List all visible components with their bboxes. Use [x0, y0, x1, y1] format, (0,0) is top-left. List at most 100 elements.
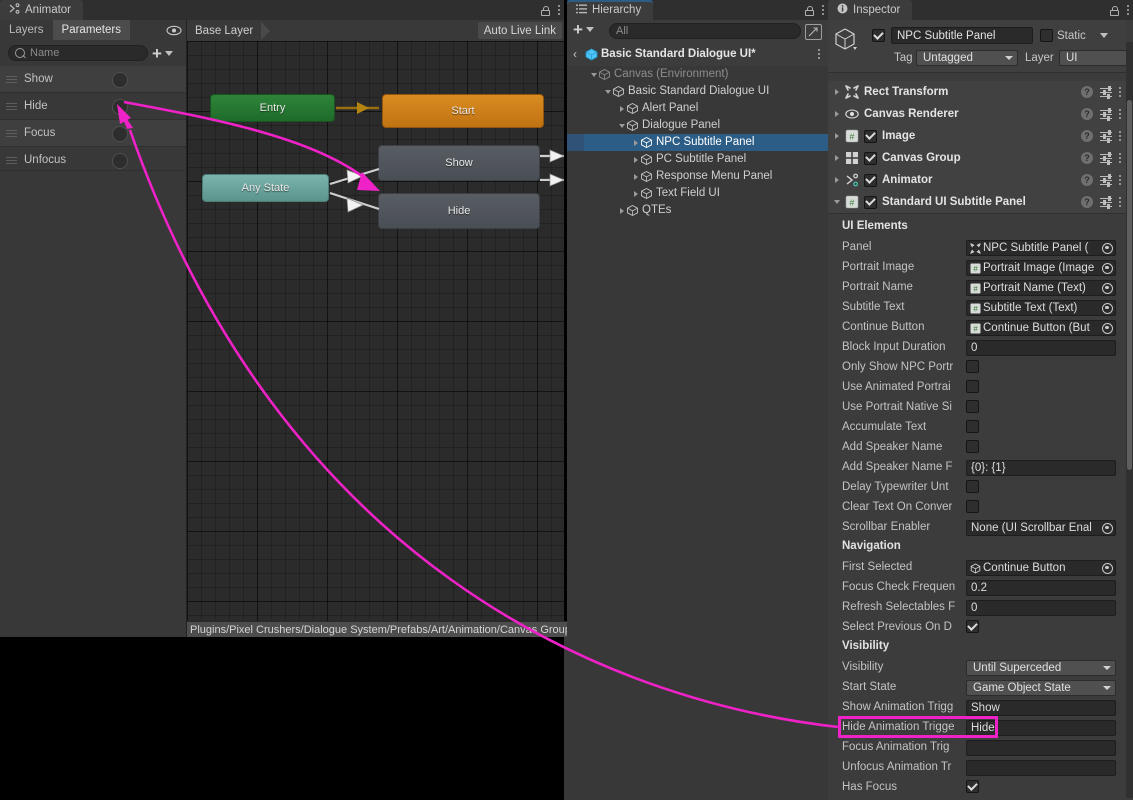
chevron-right-icon[interactable]: [631, 174, 640, 180]
list-item[interactable]: Text Field UI: [567, 185, 828, 202]
list-item[interactable]: Alert Panel: [567, 100, 828, 117]
property-checkbox[interactable]: [966, 360, 979, 373]
property-checkbox[interactable]: [966, 440, 979, 453]
tab-inspector[interactable]: Inspector: [828, 0, 913, 20]
parameter-row-hide[interactable]: Hide: [0, 93, 186, 120]
chevron-right-icon[interactable]: [830, 133, 844, 139]
lock-icon[interactable]: [541, 5, 550, 16]
prefab-menu-icon[interactable]: [818, 49, 820, 59]
component-enabled-checkbox[interactable]: [864, 195, 877, 209]
object-picker-icon[interactable]: [1100, 521, 1115, 535]
component-enabled-checkbox[interactable]: [864, 173, 877, 187]
object-picker-icon[interactable]: [1100, 241, 1115, 255]
object-picker-icon[interactable]: [1100, 261, 1115, 275]
state-machine-graph[interactable]: Entry Start Any State Show Hide: [187, 41, 564, 621]
preset-icon[interactable]: [1100, 107, 1112, 121]
trigger-toggle-unfocus[interactable]: [112, 153, 128, 169]
subtab-parameters[interactable]: Parameters: [52, 20, 130, 40]
tab-hierarchy[interactable]: Hierarchy: [567, 0, 654, 20]
property-checkbox[interactable]: [966, 380, 979, 393]
chevron-down-icon[interactable]: [603, 90, 612, 94]
chevron-right-icon[interactable]: [617, 106, 626, 112]
static-checkbox[interactable]: [1040, 29, 1053, 42]
more-menu-icon[interactable]: [1127, 5, 1129, 15]
property-text-field[interactable]: 0: [966, 340, 1116, 356]
object-picker-icon[interactable]: [1100, 301, 1115, 315]
component-canvas-group[interactable]: Canvas Group ?: [828, 147, 1126, 170]
static-toggle[interactable]: Static: [1040, 29, 1108, 42]
more-menu-icon[interactable]: [822, 5, 824, 15]
property-object-field[interactable]: Continue Button: [966, 560, 1116, 576]
more-menu-icon[interactable]: [558, 5, 560, 15]
property-object-field[interactable]: # Portrait Name (Text): [966, 280, 1116, 296]
preset-icon[interactable]: [1100, 151, 1112, 165]
property-object-field[interactable]: NPC Subtitle Panel (: [966, 240, 1116, 256]
property-object-field[interactable]: # Subtitle Text (Text): [966, 300, 1116, 316]
chevron-right-icon[interactable]: [631, 191, 640, 197]
more-menu-icon[interactable]: [1119, 87, 1121, 97]
preset-icon[interactable]: [1100, 129, 1112, 143]
property-text-field[interactable]: 0: [966, 600, 1116, 616]
hierarchy-search-input[interactable]: All: [609, 23, 801, 39]
drag-handle-icon[interactable]: [6, 156, 17, 164]
trigger-toggle-show[interactable]: [112, 72, 128, 88]
list-item[interactable]: Dialogue Panel: [567, 117, 828, 134]
property-checkbox[interactable]: [966, 400, 979, 413]
parameter-search-input[interactable]: Name: [8, 45, 148, 61]
component-canvas-renderer[interactable]: Canvas Renderer ?: [828, 103, 1126, 126]
component-image[interactable]: # Image ?: [828, 125, 1126, 148]
lock-icon[interactable]: [1110, 5, 1119, 16]
property-object-field[interactable]: # Continue Button (But: [966, 320, 1116, 336]
drag-handle-icon[interactable]: [6, 129, 17, 137]
chevron-right-icon[interactable]: [617, 208, 626, 214]
property-object-field[interactable]: None (UI Scrollbar Enal: [966, 520, 1116, 536]
trigger-toggle-hide[interactable]: [112, 99, 128, 115]
chevron-down-icon[interactable]: [1099, 33, 1108, 38]
chevron-down-icon[interactable]: [617, 124, 626, 128]
more-menu-icon[interactable]: [1119, 109, 1121, 119]
property-text-field[interactable]: 0.2: [966, 580, 1116, 596]
property-text-field[interactable]: [966, 740, 1116, 756]
help-icon[interactable]: ?: [1081, 130, 1093, 142]
help-icon[interactable]: ?: [1081, 86, 1093, 98]
tab-animator[interactable]: Animator: [0, 0, 84, 20]
more-menu-icon[interactable]: [1119, 153, 1121, 163]
help-icon[interactable]: ?: [1081, 174, 1093, 186]
component-rect-transform[interactable]: Rect Transform ?: [828, 81, 1126, 104]
chevron-right-icon[interactable]: [830, 177, 844, 183]
property-object-field[interactable]: # Portrait Image (Image: [966, 260, 1116, 276]
property-text-field[interactable]: {0}: {1}: [966, 460, 1116, 476]
list-item[interactable]: Canvas (Environment): [567, 66, 828, 83]
scene-visibility-icon[interactable]: [805, 24, 822, 40]
subtab-layers[interactable]: Layers: [0, 20, 53, 40]
list-item-npc-subtitle-panel[interactable]: NPC Subtitle Panel: [567, 134, 828, 151]
component-standard-ui-subtitle-panel[interactable]: # Standard UI Subtitle Panel ?: [828, 191, 1126, 214]
property-text-field[interactable]: [966, 760, 1116, 776]
more-menu-icon[interactable]: [1119, 197, 1121, 207]
create-object-button[interactable]: +: [573, 21, 594, 38]
property-checkbox[interactable]: [966, 420, 979, 433]
scrollbar-thumb[interactable]: [1127, 100, 1132, 470]
gameobject-enabled-checkbox[interactable]: [872, 29, 885, 42]
add-parameter-button[interactable]: +: [152, 44, 182, 62]
auto-live-link-button[interactable]: Auto Live Link: [477, 22, 562, 39]
visibility-dropdown[interactable]: Until Superceded: [966, 660, 1116, 676]
start-state-dropdown[interactable]: Game Object State: [966, 680, 1116, 696]
chevron-down-icon[interactable]: [589, 73, 598, 77]
component-enabled-checkbox[interactable]: [864, 151, 877, 165]
help-icon[interactable]: ?: [1081, 108, 1093, 120]
gameobject-name-field[interactable]: NPC Subtitle Panel: [891, 27, 1033, 44]
parameter-row-focus[interactable]: Focus: [0, 120, 186, 147]
list-item[interactable]: Basic Standard Dialogue UI: [567, 83, 828, 100]
inspector-scrollbar[interactable]: [1126, 42, 1133, 798]
chevron-right-icon[interactable]: [830, 89, 844, 95]
list-item[interactable]: PC Subtitle Panel: [567, 151, 828, 168]
more-menu-icon[interactable]: [1119, 131, 1121, 141]
object-picker-icon[interactable]: [1100, 281, 1115, 295]
object-picker-icon[interactable]: [1100, 321, 1115, 335]
drag-handle-icon[interactable]: [6, 102, 17, 110]
parameter-row-show[interactable]: Show: [0, 66, 186, 93]
help-icon[interactable]: ?: [1081, 196, 1093, 208]
preset-icon[interactable]: [1100, 195, 1112, 209]
tag-dropdown[interactable]: Untagged: [916, 50, 1018, 66]
